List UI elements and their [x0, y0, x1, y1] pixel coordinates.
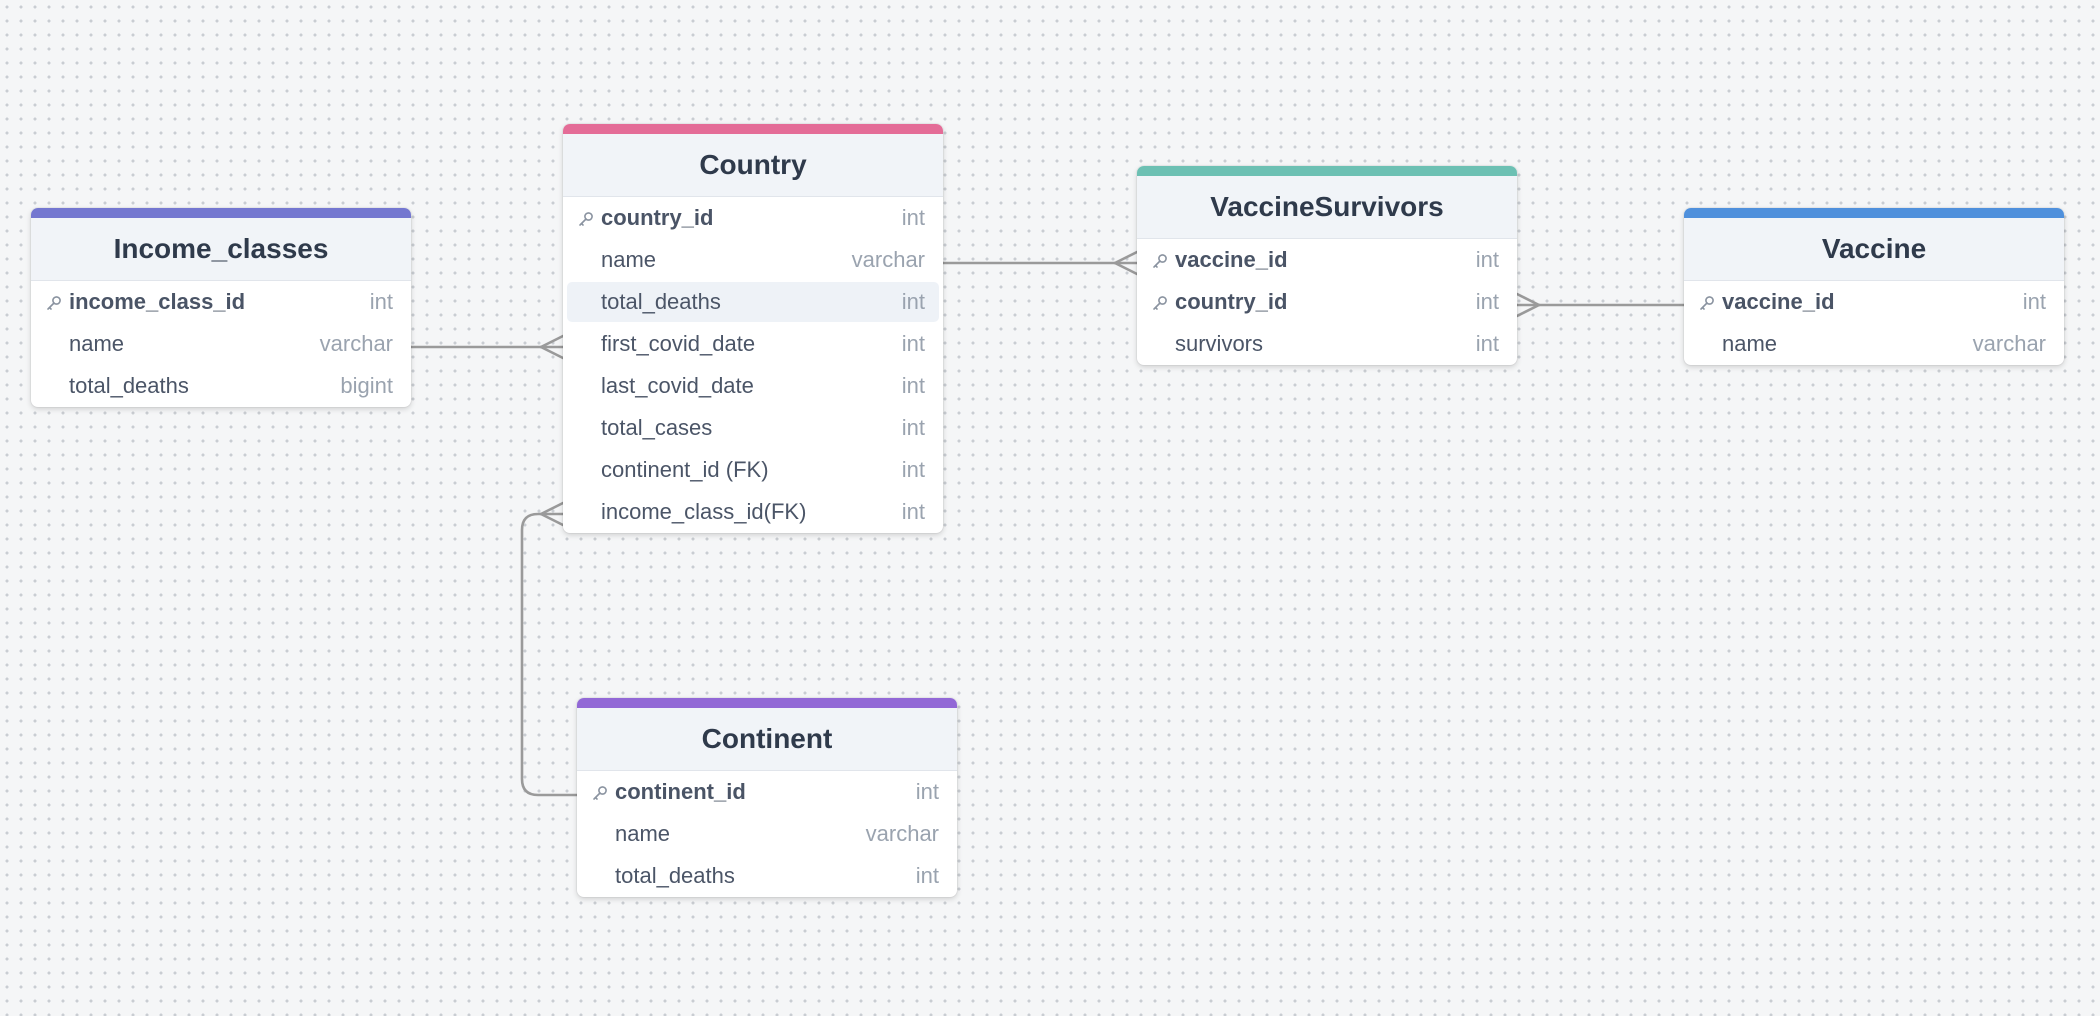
column-row[interactable]: name varchar	[563, 239, 943, 281]
column-name: total_deaths	[69, 373, 189, 398]
table-title: Country	[563, 134, 943, 197]
column-type: int	[2022, 289, 2046, 314]
table-continent[interactable]: Continent continent_id int name varchar …	[577, 698, 957, 897]
column-name: total_deaths	[615, 863, 735, 888]
column-type: int	[369, 289, 393, 314]
column-type: varchar	[1972, 331, 2046, 356]
table-accent-bar	[563, 124, 943, 134]
column-row[interactable]: continent_id (FK) int	[563, 449, 943, 491]
column-name: vaccine_id	[1722, 289, 1835, 314]
key-icon	[1153, 254, 1167, 268]
column-name: name	[601, 247, 657, 272]
column-row[interactable]: name varchar	[577, 813, 957, 855]
column-name: first_covid_date	[601, 331, 756, 356]
column-list: continent_id int name varchar total_deat…	[577, 771, 957, 897]
column-row[interactable]: income_class_id int	[31, 281, 411, 323]
column-name: survivors	[1175, 331, 1264, 356]
column-type: varchar	[865, 821, 939, 846]
table-accent-bar	[1684, 208, 2064, 218]
column-row[interactable]: continent_id int	[577, 771, 957, 813]
relationship-lines	[408, 250, 1687, 797]
column-list: vaccine_id int country_id int survivors …	[1137, 239, 1517, 365]
column-type: bigint	[340, 373, 393, 398]
column-row[interactable]: vaccine_id int	[1684, 281, 2064, 323]
column-row-highlighted[interactable]: total_deaths int	[563, 281, 943, 323]
column-row[interactable]: name varchar	[1684, 323, 2064, 365]
column-type: int	[901, 499, 925, 524]
column-name: country_id	[601, 205, 714, 230]
table-vaccine[interactable]: Vaccine vaccine_id int name varchar	[1684, 208, 2064, 365]
column-row[interactable]: country_id int	[563, 197, 943, 239]
column-row[interactable]: total_deaths int	[577, 855, 957, 897]
column-name: country_id	[1175, 289, 1288, 314]
column-name: name	[69, 331, 125, 356]
column-name: total_cases	[601, 415, 713, 440]
column-row[interactable]: country_id int	[1137, 281, 1517, 323]
column-type: int	[1475, 247, 1499, 272]
key-icon	[47, 296, 61, 310]
column-name: income_class_id(FK)	[601, 499, 807, 524]
column-row[interactable]: last_covid_date int	[563, 365, 943, 407]
column-row[interactable]: income_class_id(FK) int	[563, 491, 943, 533]
column-name: vaccine_id	[1175, 247, 1288, 272]
column-row[interactable]: total_cases int	[563, 407, 943, 449]
column-row[interactable]: first_covid_date int	[563, 323, 943, 365]
column-name: income_class_id	[69, 289, 246, 314]
column-list: country_id int name varchar total_deaths…	[563, 197, 943, 533]
edge-income-classes-country[interactable]	[408, 334, 565, 360]
table-income-classes[interactable]: Income_classes income_class_id int name …	[31, 208, 411, 407]
column-row[interactable]: name varchar	[31, 323, 411, 365]
key-icon	[1700, 296, 1714, 310]
column-row[interactable]: survivors int	[1137, 323, 1517, 365]
table-title: VaccineSurvivors	[1137, 176, 1517, 239]
column-type: int	[901, 373, 925, 398]
table-title: Continent	[577, 708, 957, 771]
column-name: last_covid_date	[601, 373, 754, 398]
column-type: int	[901, 457, 925, 482]
column-type: int	[1475, 289, 1499, 314]
key-icon	[593, 786, 607, 800]
column-type: int	[901, 331, 925, 356]
column-row[interactable]: total_deaths bigint	[31, 365, 411, 407]
table-accent-bar	[577, 698, 957, 708]
key-icon	[1153, 296, 1167, 310]
column-type: int	[901, 415, 925, 440]
table-accent-bar	[1137, 166, 1517, 176]
column-type: varchar	[319, 331, 393, 356]
key-icon	[579, 212, 593, 226]
column-type: int	[901, 205, 925, 230]
column-list: vaccine_id int name varchar	[1684, 281, 2064, 365]
edge-continent-country[interactable]	[520, 501, 579, 797]
column-type: int	[915, 779, 939, 804]
table-country[interactable]: Country country_id int name varchar tota…	[563, 124, 943, 533]
edge-vaccine-vaccine-survivors[interactable]	[1515, 292, 1687, 318]
column-name: name	[615, 821, 671, 846]
column-type: int	[915, 863, 939, 888]
column-row[interactable]: vaccine_id int	[1137, 239, 1517, 281]
column-type: varchar	[851, 247, 925, 272]
table-title: Income_classes	[31, 218, 411, 281]
column-name: continent_id (FK)	[601, 457, 769, 482]
column-type: int	[1475, 331, 1499, 356]
edge-country-vaccine-survivors[interactable]	[941, 250, 1139, 276]
column-list: income_class_id int name varchar total_d…	[31, 281, 411, 407]
column-name: continent_id	[615, 779, 746, 804]
table-vaccine-survivors[interactable]: VaccineSurvivors vaccine_id int country_…	[1137, 166, 1517, 365]
column-name: total_deaths	[601, 289, 721, 314]
table-title: Vaccine	[1684, 218, 2064, 281]
diagram-canvas[interactable]: Income_classes income_class_id int name …	[0, 0, 2100, 1016]
table-accent-bar	[31, 208, 411, 218]
column-name: name	[1722, 331, 1778, 356]
column-type: int	[901, 289, 925, 314]
